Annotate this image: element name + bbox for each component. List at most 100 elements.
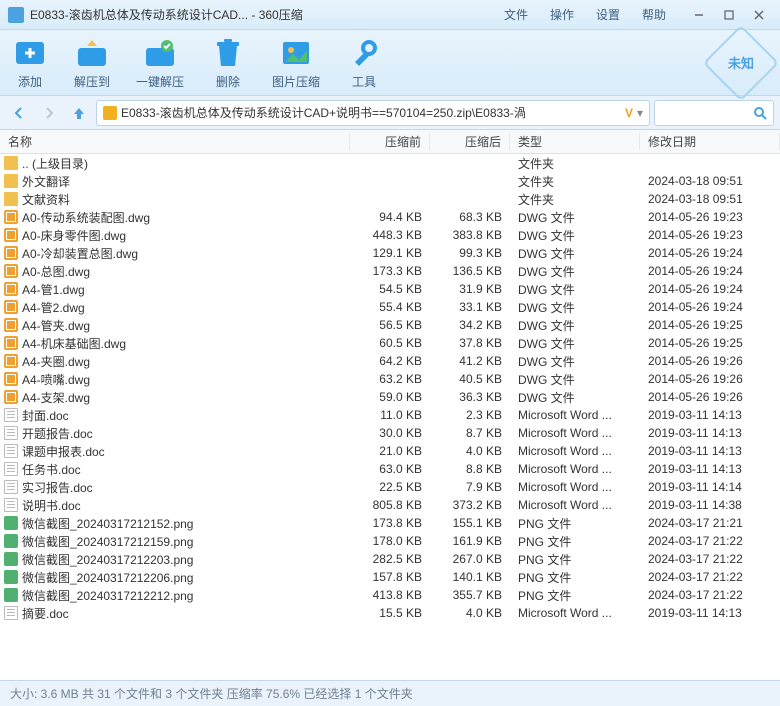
- file-date: 2024-03-17 21:22: [640, 588, 780, 602]
- file-type: Microsoft Word ...: [510, 480, 640, 494]
- file-date: 2014-05-26 19:23: [640, 210, 780, 224]
- file-row[interactable]: A4-夹圈.dwg64.2 KB41.2 KBDWG 文件2014-05-26 …: [0, 352, 780, 370]
- extract-icon: [74, 35, 110, 71]
- file-name: 微信截图_20240317212206.png: [22, 569, 193, 586]
- size-pre: 30.0 KB: [350, 426, 430, 440]
- file-name: A0-冷却装置总图.dwg: [22, 245, 138, 262]
- file-type: PNG 文件: [510, 569, 640, 586]
- col-pre[interactable]: 压缩前: [350, 133, 430, 150]
- file-name: 实习报告.doc: [22, 479, 93, 496]
- file-row[interactable]: .. (上级目录)文件夹: [0, 154, 780, 172]
- img-compress-button[interactable]: 图片压缩: [272, 35, 320, 90]
- add-label: 添加: [18, 73, 42, 90]
- file-name: A4-管1.dwg: [22, 281, 85, 298]
- minimize-button[interactable]: [686, 5, 712, 25]
- file-name: 课题申报表.doc: [22, 443, 105, 460]
- file-row[interactable]: 实习报告.doc22.5 KB7.9 KBMicrosoft Word ...2…: [0, 478, 780, 496]
- file-row[interactable]: 摘要.doc15.5 KB4.0 KBMicrosoft Word ...201…: [0, 604, 780, 622]
- dwg-icon: [4, 318, 18, 332]
- file-row[interactable]: 任务书.doc63.0 KB8.8 KBMicrosoft Word ...20…: [0, 460, 780, 478]
- up-button[interactable]: [66, 100, 92, 126]
- file-type: DWG 文件: [510, 389, 640, 406]
- png-icon: [4, 552, 18, 566]
- back-button[interactable]: [6, 100, 32, 126]
- dwg-icon: [4, 246, 18, 260]
- file-type: 文件夹: [510, 173, 640, 190]
- file-row[interactable]: 开题报告.doc30.0 KB8.7 KBMicrosoft Word ...2…: [0, 424, 780, 442]
- add-button[interactable]: 添加: [12, 35, 48, 90]
- menu-file[interactable]: 文件: [494, 2, 538, 27]
- col-post[interactable]: 压缩后: [430, 133, 510, 150]
- file-row[interactable]: A0-传动系统装配图.dwg94.4 KB68.3 KBDWG 文件2014-0…: [0, 208, 780, 226]
- col-name[interactable]: 名称: [0, 133, 350, 150]
- file-row[interactable]: 课题申报表.doc21.0 KB4.0 KBMicrosoft Word ...…: [0, 442, 780, 460]
- file-row[interactable]: A4-管夹.dwg56.5 KB34.2 KBDWG 文件2014-05-26 …: [0, 316, 780, 334]
- file-row[interactable]: A4-机床基础图.dwg60.5 KB37.8 KBDWG 文件2014-05-…: [0, 334, 780, 352]
- path-box[interactable]: E0833-滚齿机总体及传动系统设计CAD+说明书==570104=250.zi…: [96, 100, 650, 126]
- forward-button[interactable]: [36, 100, 62, 126]
- window-controls: [686, 5, 772, 25]
- file-date: 2024-03-17 21:22: [640, 552, 780, 566]
- chevron-down-icon[interactable]: ▾: [637, 106, 643, 120]
- search-box[interactable]: [654, 100, 774, 126]
- doc-icon: [4, 606, 18, 620]
- file-name: A4-机床基础图.dwg: [22, 335, 126, 352]
- col-date[interactable]: 修改日期: [640, 133, 780, 150]
- size-post: 36.3 KB: [430, 390, 510, 404]
- status-text: 大小: 3.6 MB 共 31 个文件和 3 个文件夹 压缩率 75.6% 已经…: [10, 685, 413, 702]
- size-pre: 63.0 KB: [350, 462, 430, 476]
- menu-settings[interactable]: 设置: [586, 2, 630, 27]
- file-row[interactable]: 文献资料文件夹2024-03-18 09:51: [0, 190, 780, 208]
- file-row[interactable]: 外文翻译文件夹2024-03-18 09:51: [0, 172, 780, 190]
- maximize-button[interactable]: [716, 5, 742, 25]
- size-pre: 55.4 KB: [350, 300, 430, 314]
- file-row[interactable]: A4-支架.dwg59.0 KB36.3 KBDWG 文件2014-05-26 …: [0, 388, 780, 406]
- extract-all-button[interactable]: 一键解压: [136, 35, 184, 90]
- file-row[interactable]: A4-喷嘴.dwg63.2 KB40.5 KBDWG 文件2014-05-26 …: [0, 370, 780, 388]
- size-pre: 59.0 KB: [350, 390, 430, 404]
- file-row[interactable]: 说明书.doc805.8 KB373.2 KBMicrosoft Word ..…: [0, 496, 780, 514]
- size-pre: 21.0 KB: [350, 444, 430, 458]
- file-row[interactable]: A0-冷却装置总图.dwg129.1 KB99.3 KBDWG 文件2014-0…: [0, 244, 780, 262]
- file-row[interactable]: 微信截图_20240317212212.png413.8 KB355.7 KBP…: [0, 586, 780, 604]
- file-date: 2019-03-11 14:13: [640, 462, 780, 476]
- tools-label: 工具: [352, 73, 376, 90]
- png-icon: [4, 516, 18, 530]
- file-date: 2019-03-11 14:14: [640, 480, 780, 494]
- file-name: 开题报告.doc: [22, 425, 93, 442]
- extract-button[interactable]: 解压到: [74, 35, 110, 90]
- file-row[interactable]: A0-总图.dwg173.3 KB136.5 KBDWG 文件2014-05-2…: [0, 262, 780, 280]
- file-row[interactable]: 微信截图_20240317212152.png173.8 KB155.1 KBP…: [0, 514, 780, 532]
- file-row[interactable]: 微信截图_20240317212159.png178.0 KB161.9 KBP…: [0, 532, 780, 550]
- folder-icon: [4, 192, 18, 206]
- file-list[interactable]: .. (上级目录)文件夹外文翻译文件夹2024-03-18 09:51文献资料文…: [0, 154, 780, 660]
- file-row[interactable]: 微信截图_20240317212203.png282.5 KB267.0 KBP…: [0, 550, 780, 568]
- size-post: 7.9 KB: [430, 480, 510, 494]
- extract-label: 解压到: [74, 73, 110, 90]
- file-date: 2019-03-11 14:38: [640, 498, 780, 512]
- file-row[interactable]: 封面.doc11.0 KB2.3 KBMicrosoft Word ...201…: [0, 406, 780, 424]
- file-date: 2014-05-26 19:25: [640, 336, 780, 350]
- file-row[interactable]: A0-床身零件图.dwg448.3 KB383.8 KBDWG 文件2014-0…: [0, 226, 780, 244]
- col-type[interactable]: 类型: [510, 133, 640, 150]
- file-type: DWG 文件: [510, 299, 640, 316]
- navbar: E0833-滚齿机总体及传动系统设计CAD+说明书==570104=250.zi…: [0, 96, 780, 130]
- file-date: 2019-03-11 14:13: [640, 606, 780, 620]
- doc-icon: [4, 408, 18, 422]
- size-pre: 805.8 KB: [350, 498, 430, 512]
- menubar: 文件 操作 设置 帮助: [494, 2, 676, 27]
- close-button[interactable]: [746, 5, 772, 25]
- size-pre: 64.2 KB: [350, 354, 430, 368]
- file-row[interactable]: A4-管2.dwg55.4 KB33.1 KBDWG 文件2014-05-26 …: [0, 298, 780, 316]
- file-type: DWG 文件: [510, 317, 640, 334]
- file-date: 2019-03-11 14:13: [640, 426, 780, 440]
- file-row[interactable]: 微信截图_20240317212206.png157.8 KB140.1 KBP…: [0, 568, 780, 586]
- menu-operate[interactable]: 操作: [540, 2, 584, 27]
- menu-help[interactable]: 帮助: [632, 2, 676, 27]
- file-date: 2014-05-26 19:24: [640, 282, 780, 296]
- tools-button[interactable]: 工具: [346, 35, 382, 90]
- file-name: 微信截图_20240317212159.png: [22, 533, 193, 550]
- file-type: DWG 文件: [510, 209, 640, 226]
- file-row[interactable]: A4-管1.dwg54.5 KB31.9 KBDWG 文件2014-05-26 …: [0, 280, 780, 298]
- delete-button[interactable]: 删除: [210, 35, 246, 90]
